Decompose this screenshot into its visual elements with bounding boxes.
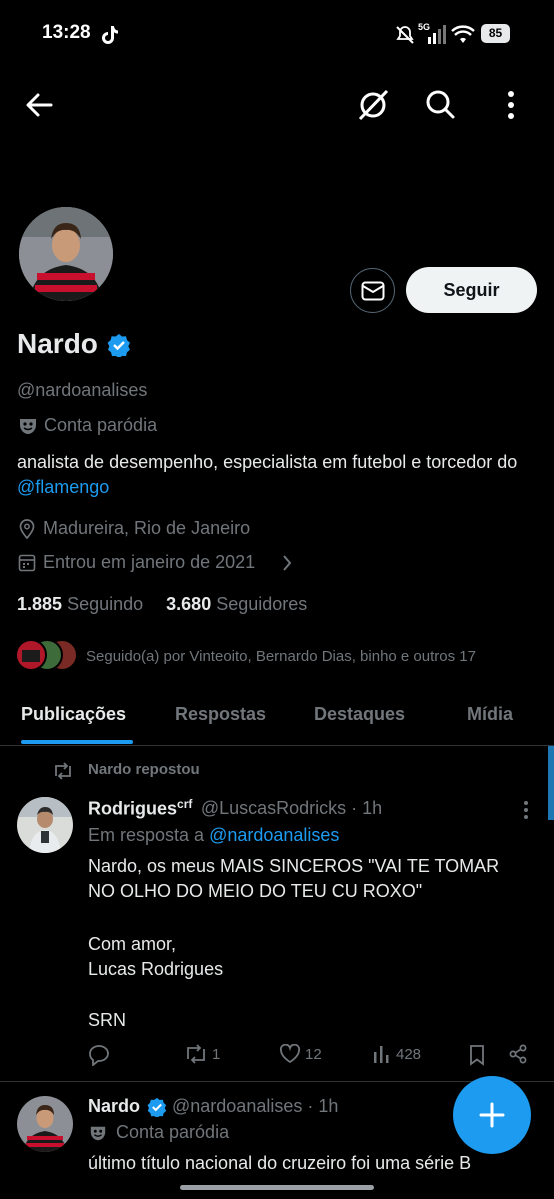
tiktok-icon (101, 25, 119, 45)
post-text-line-2: NO OLHO DO MEIO DO TEU CU ROXO" (88, 881, 423, 901)
share-icon (509, 1044, 527, 1064)
followers-you-know-avatars[interactable] (14, 638, 80, 672)
views-chart-icon (374, 1046, 389, 1063)
follow-button[interactable]: Seguir (406, 267, 537, 313)
battery-level: 85 (481, 24, 510, 43)
like-count: 12 (305, 1045, 322, 1063)
post-actions: 1 12 428 (88, 1044, 533, 1068)
post-handle-time[interactable]: @LuscasRodricks · 1h (201, 798, 382, 818)
status-time: 13:28 (42, 22, 91, 43)
verified-badge-icon (107, 333, 131, 357)
post-header: Nardo (88, 1096, 140, 1117)
repost-label[interactable]: Nardo repostou (88, 761, 200, 778)
scrollbar[interactable] (548, 746, 554, 820)
plus-icon (479, 1102, 505, 1128)
verified-badge-icon (147, 1097, 167, 1117)
follow-stats: 1.885 Seguindo 3.680 Seguidores (17, 594, 307, 615)
reply-to-link[interactable]: @nardoanalises (209, 825, 339, 845)
post-avatar[interactable] (17, 1096, 73, 1152)
more-options-icon[interactable] (506, 90, 516, 120)
views-button[interactable]: 428 (372, 1044, 421, 1064)
parody-mask-icon (18, 416, 38, 436)
followers-count: 3.680 (166, 594, 212, 614)
post-text: último título nacional do cruzeiro foi u… (88, 1153, 472, 1173)
cell-signal-icon (420, 25, 446, 45)
profile-joined[interactable]: Entrou em janeiro de 2021 (43, 552, 255, 573)
heart-icon (279, 1044, 301, 1064)
following-label: Seguindo (67, 594, 144, 614)
message-button[interactable] (350, 268, 395, 313)
post-author-name-sup: crf (177, 797, 193, 811)
bio-text: analista de desempenho, especialista em … (17, 452, 518, 472)
bookmark-icon (470, 1045, 484, 1066)
repost-action-icon (187, 1044, 205, 1064)
bookmark-button[interactable] (468, 1044, 486, 1066)
post-avatar[interactable] (17, 797, 73, 853)
post-text-line-3: Com amor, (88, 934, 177, 954)
profile-bio: analista de desempenho, especialista em … (17, 450, 537, 500)
followers-link[interactable]: 3.680 Seguidores (166, 594, 307, 614)
calendar-icon (18, 553, 36, 572)
back-arrow-icon[interactable] (24, 90, 54, 120)
reply-icon (89, 1045, 109, 1066)
profile-tabs: Publicações Respostas Destaques Mídia (0, 690, 554, 746)
post-text-line-5: SRN (88, 1010, 127, 1030)
mute-bell-icon (395, 25, 415, 45)
post-header: Rodriguescrf @LuscasRodricks · 1h (88, 797, 382, 819)
location-pin-icon (18, 519, 36, 539)
reply-prefix: Em resposta a (88, 825, 210, 845)
post-handle-time[interactable]: @nardoanalises · 1h (172, 1096, 338, 1117)
compose-post-button[interactable] (453, 1076, 531, 1154)
parody-mask-icon (89, 1124, 107, 1142)
following-count: 1.885 (17, 594, 63, 614)
post-text-line-4: Lucas Rodrigues (88, 959, 224, 979)
reply-context: Em resposta a @nardoanalises (88, 825, 339, 846)
following-link[interactable]: 1.885 Seguindo (17, 594, 143, 614)
bio-mention-link[interactable]: @flamengo (17, 477, 109, 497)
tab-midia[interactable]: Mídia (467, 704, 513, 725)
grok-icon[interactable] (356, 88, 390, 122)
tab-publicacoes[interactable]: Publicações (21, 704, 126, 725)
post-more-icon[interactable] (519, 800, 533, 820)
followers-label: Seguidores (216, 594, 308, 614)
envelope-icon (361, 281, 384, 300)
post-parody-label: Conta paródia (116, 1122, 230, 1142)
repost-icon (52, 762, 74, 780)
post-author-name[interactable]: Nardo (88, 1096, 140, 1116)
view-count: 428 (396, 1045, 422, 1063)
profile-name: Nardo (17, 328, 98, 359)
post-text-line-1: Nardo, os meus MAIS SINCEROS "VAI TE TOM… (88, 856, 500, 876)
share-button[interactable] (508, 1044, 528, 1064)
repost-button[interactable]: 1 (184, 1044, 220, 1064)
active-tab-indicator (21, 740, 133, 744)
chevron-right-icon[interactable] (281, 554, 293, 572)
followed-by-text[interactable]: Seguido(a) por Vinteoito, Bernardo Dias,… (86, 648, 476, 665)
profile-handle: @nardoanalises (17, 380, 148, 400)
repost-count: 1 (212, 1045, 221, 1063)
home-indicator[interactable] (180, 1185, 374, 1190)
parody-label: Conta paródia (44, 415, 158, 435)
like-button[interactable]: 12 (279, 1044, 322, 1064)
wifi-icon (451, 25, 475, 44)
post-author-name[interactable]: Rodrigues (88, 798, 177, 818)
tab-destaques[interactable]: Destaques (314, 704, 405, 725)
tab-respostas[interactable]: Respostas (175, 704, 266, 725)
profile-location: Madureira, Rio de Janeiro (43, 518, 251, 538)
reply-button[interactable] (88, 1044, 110, 1066)
profile-avatar[interactable] (16, 204, 116, 304)
search-icon[interactable] (424, 88, 456, 120)
